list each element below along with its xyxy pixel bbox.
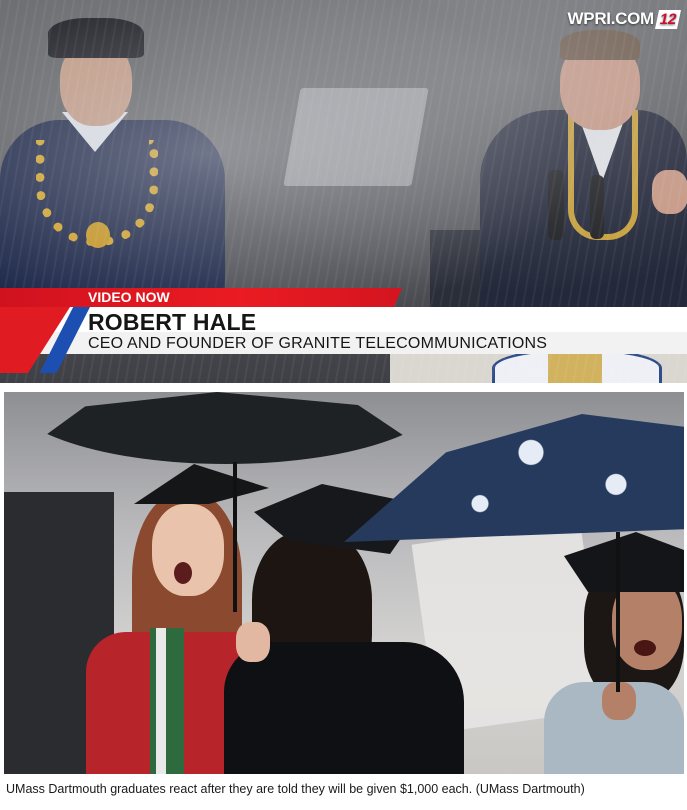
graduate-left-face [152, 504, 224, 596]
lower-third: VIDEO NOW ROBERT HALE CEO AND FOUNDER OF… [0, 288, 687, 373]
floral-umbrella-shaft [616, 532, 620, 692]
graduates-photo [4, 392, 684, 774]
logo-badge: 12 [654, 9, 682, 29]
video-now-tag: VIDEO NOW [0, 288, 402, 307]
speaker-title: CEO AND FOUNDER OF GRANITE TELECOMMUNICA… [88, 335, 548, 352]
graduate-left-cap [134, 464, 269, 504]
black-umbrella-shaft [233, 462, 237, 612]
graduate-right-mouth [634, 640, 656, 656]
graduate-center-gown [224, 642, 464, 774]
graduate-left-stole-stripe [156, 628, 166, 774]
graduate-center-hand [236, 622, 270, 662]
photo-caption: UMass Dartmouth graduates react after th… [6, 782, 585, 796]
video-frame: WPRI.COM 12 VIDEO NOW ROBERT HALE CEO AN… [0, 0, 687, 383]
speaker-name: ROBERT HALE [88, 309, 257, 335]
station-logo: WPRI.COM 12 [567, 8, 682, 30]
black-umbrella [6, 392, 446, 464]
graduate-left-mouth [174, 562, 192, 584]
logo-text: WPRI.COM [567, 9, 655, 28]
